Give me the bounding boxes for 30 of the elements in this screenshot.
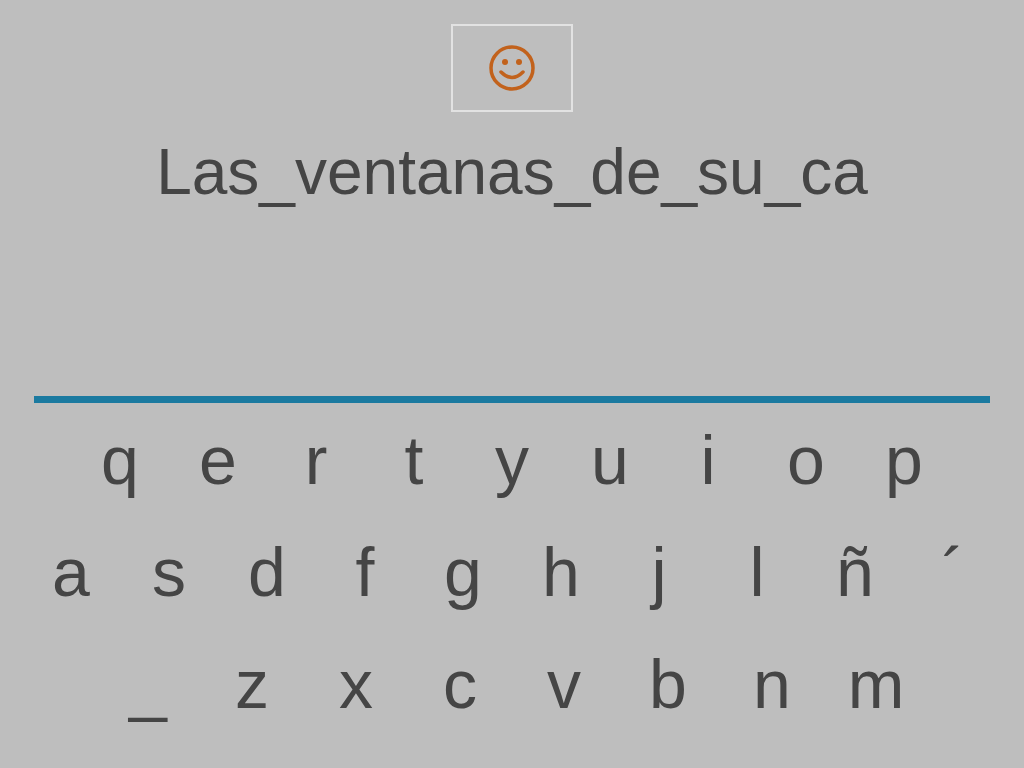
letter-key[interactable]: f — [316, 527, 414, 617]
letter-key[interactable]: q — [71, 415, 169, 505]
letter-key[interactable]: j — [610, 527, 708, 617]
letter-key[interactable]: ´ — [904, 527, 1002, 617]
letter-key[interactable]: _ — [96, 639, 200, 729]
letter-key[interactable]: s — [120, 527, 218, 617]
letter-key[interactable]: l — [708, 527, 806, 617]
letter-key[interactable]: m — [824, 639, 928, 729]
letter-key[interactable]: x — [304, 639, 408, 729]
letter-key[interactable]: c — [408, 639, 512, 729]
letter-key[interactable]: e — [169, 415, 267, 505]
letter-key[interactable]: z — [200, 639, 304, 729]
letter-key[interactable]: h — [512, 527, 610, 617]
letter-key[interactable]: a — [22, 527, 120, 617]
sentence-text: Las_ventanas_de_su_ca — [156, 135, 868, 210]
smiley-icon — [487, 43, 537, 93]
letter-key[interactable]: g — [414, 527, 512, 617]
letter-key[interactable]: r — [267, 415, 365, 505]
letter-key[interactable]: v — [512, 639, 616, 729]
letter-key[interactable]: b — [616, 639, 720, 729]
letter-key[interactable]: d — [218, 527, 316, 617]
letter-key[interactable]: t — [365, 415, 463, 505]
letter-key[interactable]: p — [855, 415, 953, 505]
letter-key[interactable]: ñ — [806, 527, 904, 617]
letter-key[interactable]: y — [463, 415, 561, 505]
letter-key[interactable]: u — [561, 415, 659, 505]
smiley-button[interactable] — [451, 24, 573, 112]
letter-key[interactable]: o — [757, 415, 855, 505]
letter-key[interactable]: i — [659, 415, 757, 505]
letter-key[interactable]: n — [720, 639, 824, 729]
